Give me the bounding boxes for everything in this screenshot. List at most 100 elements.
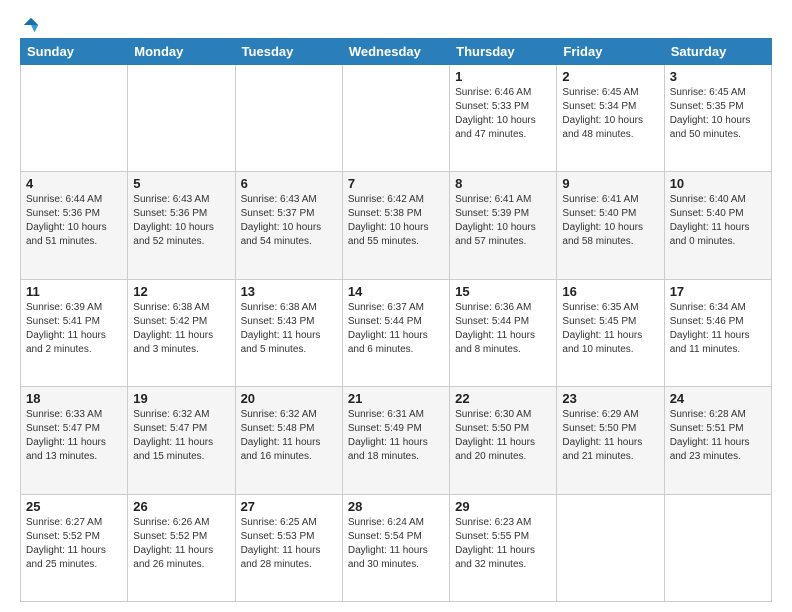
- cell-info: Sunrise: 6:28 AMSunset: 5:51 PMDaylight:…: [670, 408, 766, 464]
- calendar-cell: 4 Sunrise: 6:44 AMSunset: 5:36 PMDaylight…: [21, 172, 128, 279]
- calendar-cell: 19 Sunrise: 6:32 AMSunset: 5:47 PMDayligh…: [128, 387, 235, 494]
- calendar-cell: 9 Sunrise: 6:41 AMSunset: 5:40 PMDaylight…: [557, 172, 664, 279]
- weekday-header-monday: Monday: [128, 39, 235, 65]
- calendar-week-3: 11 Sunrise: 6:39 AMSunset: 5:41 PMDayligh…: [21, 279, 772, 386]
- header: [20, 16, 772, 30]
- cell-day-number: 26: [133, 499, 229, 514]
- calendar-cell: 7 Sunrise: 6:42 AMSunset: 5:38 PMDaylight…: [342, 172, 449, 279]
- cell-day-number: 11: [26, 284, 122, 299]
- calendar-cell: [664, 494, 771, 601]
- cell-info: Sunrise: 6:44 AMSunset: 5:36 PMDaylight:…: [26, 193, 122, 249]
- cell-info: Sunrise: 6:34 AMSunset: 5:46 PMDaylight:…: [670, 301, 766, 357]
- calendar-cell: [128, 65, 235, 172]
- cell-day-number: 7: [348, 176, 444, 191]
- calendar-cell: 25 Sunrise: 6:27 AMSunset: 5:52 PMDayligh…: [21, 494, 128, 601]
- weekday-header-sunday: Sunday: [21, 39, 128, 65]
- calendar-week-4: 18Sunrise: 6:33 AMSunset: 5:47 PMDayligh…: [21, 387, 772, 494]
- calendar-week-2: 4 Sunrise: 6:44 AMSunset: 5:36 PMDaylight…: [21, 172, 772, 279]
- calendar-cell: 10 Sunrise: 6:40 AMSunset: 5:40 PMDayligh…: [664, 172, 771, 279]
- cell-day-number: 23: [562, 391, 658, 406]
- cell-day-number: 2: [562, 69, 658, 84]
- calendar-cell: [21, 65, 128, 172]
- cell-info: Sunrise: 6:29 AMSunset: 5:50 PMDaylight:…: [562, 408, 658, 464]
- cell-info: Sunrise: 6:36 AMSunset: 5:44 PMDaylight:…: [455, 301, 551, 357]
- calendar-cell: 12 Sunrise: 6:38 AMSunset: 5:42 PMDayligh…: [128, 279, 235, 386]
- calendar-cell: 17Sunrise: 6:34 AMSunset: 5:46 PMDayligh…: [664, 279, 771, 386]
- calendar-cell: 11 Sunrise: 6:39 AMSunset: 5:41 PMDayligh…: [21, 279, 128, 386]
- cell-info: Sunrise: 6:33 AMSunset: 5:47 PMDaylight:…: [26, 408, 122, 464]
- cell-day-number: 14: [348, 284, 444, 299]
- calendar-cell: 6Sunrise: 6:43 AMSunset: 5:37 PMDaylight…: [235, 172, 342, 279]
- calendar-cell: 1 Sunrise: 6:46 AMSunset: 5:33 PMDaylight…: [450, 65, 557, 172]
- logo-icon: [22, 16, 40, 34]
- calendar-cell: 23 Sunrise: 6:29 AMSunset: 5:50 PMDayligh…: [557, 387, 664, 494]
- cell-day-number: 27: [241, 499, 337, 514]
- calendar-cell: 8Sunrise: 6:41 AMSunset: 5:39 PMDaylight…: [450, 172, 557, 279]
- cell-day-number: 22: [455, 391, 551, 406]
- weekday-header-tuesday: Tuesday: [235, 39, 342, 65]
- cell-info: Sunrise: 6:25 AMSunset: 5:53 PMDaylight:…: [241, 516, 337, 572]
- cell-info: Sunrise: 6:35 AMSunset: 5:45 PMDaylight:…: [562, 301, 658, 357]
- cell-info: Sunrise: 6:40 AMSunset: 5:40 PMDaylight:…: [670, 193, 766, 249]
- calendar-table: SundayMondayTuesdayWednesdayThursdayFrid…: [20, 38, 772, 602]
- calendar-cell: 2 Sunrise: 6:45 AMSunset: 5:34 PMDaylight…: [557, 65, 664, 172]
- weekday-header-wednesday: Wednesday: [342, 39, 449, 65]
- cell-day-number: 15: [455, 284, 551, 299]
- cell-day-number: 25: [26, 499, 122, 514]
- calendar-cell: 28 Sunrise: 6:24 AMSunset: 5:54 PMDayligh…: [342, 494, 449, 601]
- calendar-cell: 14Sunrise: 6:37 AMSunset: 5:44 PMDayligh…: [342, 279, 449, 386]
- calendar-cell: 3Sunrise: 6:45 AMSunset: 5:35 PMDaylight…: [664, 65, 771, 172]
- weekday-header-row: SundayMondayTuesdayWednesdayThursdayFrid…: [21, 39, 772, 65]
- weekday-header-thursday: Thursday: [450, 39, 557, 65]
- cell-info: Sunrise: 6:27 AMSunset: 5:52 PMDaylight:…: [26, 516, 122, 572]
- cell-day-number: 16: [562, 284, 658, 299]
- cell-info: Sunrise: 6:38 AMSunset: 5:43 PMDaylight:…: [241, 301, 337, 357]
- cell-info: Sunrise: 6:32 AMSunset: 5:48 PMDaylight:…: [241, 408, 337, 464]
- cell-day-number: 12: [133, 284, 229, 299]
- cell-day-number: 9: [562, 176, 658, 191]
- calendar-week-5: 25 Sunrise: 6:27 AMSunset: 5:52 PMDayligh…: [21, 494, 772, 601]
- calendar-cell: 5 Sunrise: 6:43 AMSunset: 5:36 PMDaylight…: [128, 172, 235, 279]
- calendar-cell: 16 Sunrise: 6:35 AMSunset: 5:45 PMDayligh…: [557, 279, 664, 386]
- calendar-cell: 26 Sunrise: 6:26 AMSunset: 5:52 PMDayligh…: [128, 494, 235, 601]
- cell-info: Sunrise: 6:41 AMSunset: 5:40 PMDaylight:…: [562, 193, 658, 249]
- calendar-cell: [235, 65, 342, 172]
- cell-day-number: 28: [348, 499, 444, 514]
- weekday-header-friday: Friday: [557, 39, 664, 65]
- calendar-cell: [557, 494, 664, 601]
- cell-day-number: 21: [348, 391, 444, 406]
- calendar-cell: 24 Sunrise: 6:28 AMSunset: 5:51 PMDayligh…: [664, 387, 771, 494]
- cell-info: Sunrise: 6:23 AMSunset: 5:55 PMDaylight:…: [455, 516, 551, 572]
- calendar-cell: 15 Sunrise: 6:36 AMSunset: 5:44 PMDayligh…: [450, 279, 557, 386]
- cell-day-number: 24: [670, 391, 766, 406]
- cell-info: Sunrise: 6:45 AMSunset: 5:35 PMDaylight:…: [670, 86, 766, 142]
- cell-info: Sunrise: 6:31 AMSunset: 5:49 PMDaylight:…: [348, 408, 444, 464]
- cell-info: Sunrise: 6:26 AMSunset: 5:52 PMDaylight:…: [133, 516, 229, 572]
- cell-info: Sunrise: 6:32 AMSunset: 5:47 PMDaylight:…: [133, 408, 229, 464]
- calendar-week-1: 1 Sunrise: 6:46 AMSunset: 5:33 PMDaylight…: [21, 65, 772, 172]
- cell-day-number: 4: [26, 176, 122, 191]
- calendar-cell: [342, 65, 449, 172]
- cell-info: Sunrise: 6:42 AMSunset: 5:38 PMDaylight:…: [348, 193, 444, 249]
- calendar-cell: 27 Sunrise: 6:25 AMSunset: 5:53 PMDayligh…: [235, 494, 342, 601]
- cell-info: Sunrise: 6:38 AMSunset: 5:42 PMDaylight:…: [133, 301, 229, 357]
- cell-day-number: 19: [133, 391, 229, 406]
- cell-info: Sunrise: 6:46 AMSunset: 5:33 PMDaylight:…: [455, 86, 551, 142]
- cell-day-number: 5: [133, 176, 229, 191]
- cell-day-number: 29: [455, 499, 551, 514]
- calendar-cell: 22 Sunrise: 6:30 AMSunset: 5:50 PMDayligh…: [450, 387, 557, 494]
- cell-day-number: 1: [455, 69, 551, 84]
- cell-day-number: 13: [241, 284, 337, 299]
- cell-info: Sunrise: 6:30 AMSunset: 5:50 PMDaylight:…: [455, 408, 551, 464]
- cell-info: Sunrise: 6:39 AMSunset: 5:41 PMDaylight:…: [26, 301, 122, 357]
- calendar-cell: 20Sunrise: 6:32 AMSunset: 5:48 PMDayligh…: [235, 387, 342, 494]
- cell-day-number: 8: [455, 176, 551, 191]
- page: SundayMondayTuesdayWednesdayThursdayFrid…: [0, 0, 792, 612]
- cell-info: Sunrise: 6:24 AMSunset: 5:54 PMDaylight:…: [348, 516, 444, 572]
- calendar-cell: 18Sunrise: 6:33 AMSunset: 5:47 PMDayligh…: [21, 387, 128, 494]
- weekday-header-saturday: Saturday: [664, 39, 771, 65]
- cell-info: Sunrise: 6:43 AMSunset: 5:36 PMDaylight:…: [133, 193, 229, 249]
- cell-day-number: 6: [241, 176, 337, 191]
- cell-day-number: 10: [670, 176, 766, 191]
- cell-info: Sunrise: 6:45 AMSunset: 5:34 PMDaylight:…: [562, 86, 658, 142]
